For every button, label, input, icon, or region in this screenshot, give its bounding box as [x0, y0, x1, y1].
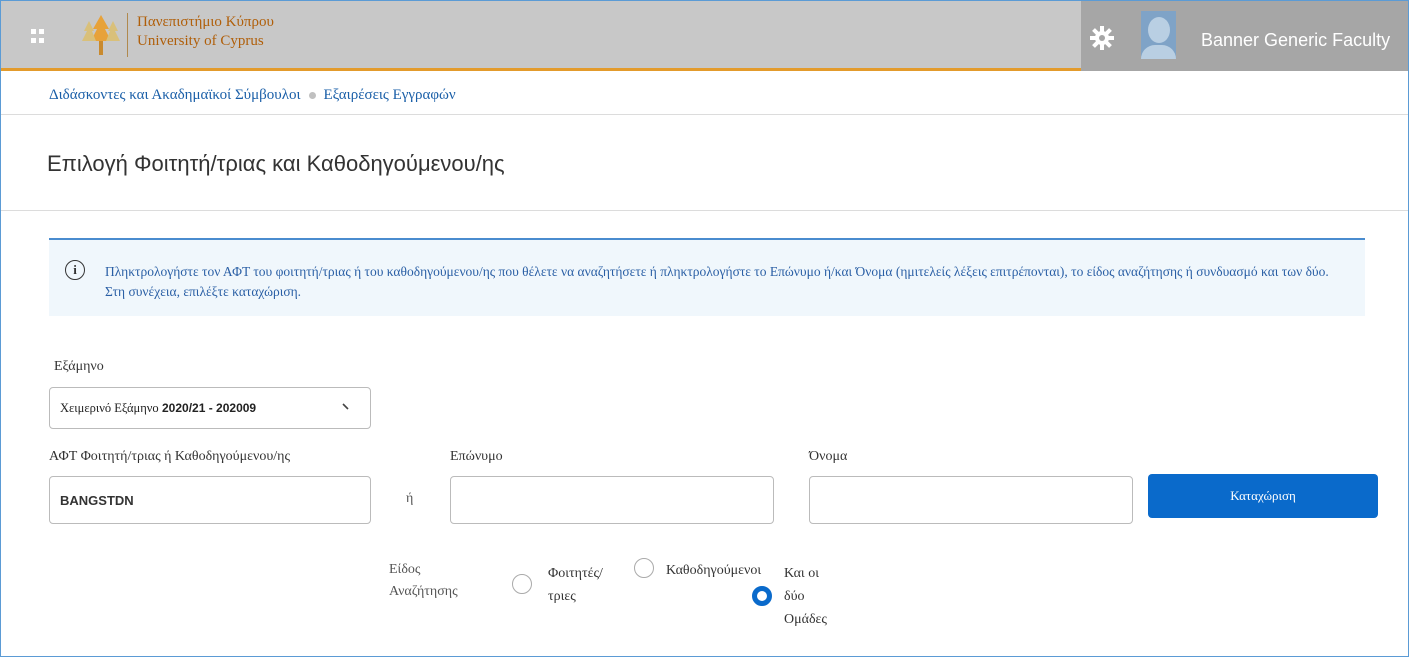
radio-advisees[interactable] — [634, 558, 654, 578]
first-name-label: Όνομα — [809, 449, 848, 464]
term-label: Εξάμηνο — [54, 359, 104, 374]
term-select-value: Χειμερινό Εξάμηνο 2020/21 - 202009 — [60, 401, 256, 416]
term-select-value-code: 2020/21 - 202009 — [162, 401, 257, 415]
submit-button[interactable]: Καταχώριση — [1148, 474, 1378, 518]
app-grid-icon[interactable] — [31, 29, 45, 43]
header-bar: Πανεπιστήμιο Κύπρου University of Cyprus — [1, 1, 1408, 71]
surname-input[interactable] — [450, 476, 774, 524]
info-icon: i — [65, 260, 85, 280]
term-select[interactable]: Χειμερινό Εξάμηνο 2020/21 - 202009 — [49, 387, 371, 429]
info-message: i Πληκτρολογήστε τον ΑΦΤ του φοιτητή/τρι… — [49, 238, 1365, 316]
breadcrumb-divider — [1, 114, 1408, 115]
breadcrumb-item-registration-overrides[interactable]: Εξαιρέσεις Εγγραφών — [324, 87, 456, 103]
search-type-label-line2: Αναζήτησης — [389, 584, 458, 599]
title-divider — [1, 210, 1408, 211]
avatar-body — [1141, 45, 1176, 59]
radio-both-groups-label-line1: Και οι — [784, 566, 819, 581]
radio-both-groups-label-line2: δύο — [784, 589, 805, 604]
app-window: Πανεπιστήμιο Κύπρου University of Cyprus — [0, 0, 1409, 657]
university-name-english: University of Cyprus — [137, 33, 264, 49]
radio-students-label-line2: τριες — [548, 589, 576, 604]
avatar-head — [1148, 17, 1170, 43]
user-avatar[interactable] — [1141, 11, 1176, 59]
radio-students-label-line1: Φοιτητές/ — [548, 566, 603, 581]
student-id-label: ΑΦΤ Φοιτητή/τριας ή Καθοδηγούμενου/ης — [49, 449, 291, 464]
search-type-label: Είδος Αναζήτησης — [389, 559, 469, 603]
radio-students[interactable] — [512, 574, 532, 594]
university-name-greek: Πανεπιστήμιο Κύπρου — [137, 14, 274, 30]
radio-both-groups-label[interactable]: Και οι δύο Ομάδες — [784, 562, 827, 631]
page-title: Επιλογή Φοιτητή/τριας και Καθοδηγούμενου… — [47, 151, 505, 176]
radio-both-groups[interactable] — [752, 586, 772, 606]
university-logo — [82, 15, 120, 55]
logo-divider — [127, 13, 128, 57]
search-type-label-line1: Είδος — [389, 562, 421, 577]
first-name-input[interactable] — [809, 476, 1133, 524]
term-select-value-name: Χειμερινό Εξάμηνο — [60, 401, 159, 415]
radio-advisees-label[interactable]: Καθοδηγούμενοι — [666, 559, 761, 582]
chevron-down-icon — [342, 403, 349, 410]
student-id-input[interactable] — [49, 476, 371, 524]
gear-icon[interactable] — [1089, 25, 1115, 51]
or-separator: ή — [406, 491, 414, 506]
radio-both-groups-label-line3: Ομάδες — [784, 612, 827, 627]
university-name[interactable]: Πανεπιστήμιο Κύπρου University of Cyprus — [137, 13, 274, 51]
breadcrumb-item-faculty[interactable]: Διδάσκοντες και Ακαδημαϊκοί Σύμβουλοι — [49, 87, 301, 103]
breadcrumb: Διδάσκοντες και Ακαδημαϊκοί Σύμβουλοι Εξα… — [49, 87, 456, 104]
radio-students-label[interactable]: Φοιτητές/ τριες — [548, 562, 603, 608]
user-name[interactable]: Banner Generic Faculty — [1201, 30, 1390, 51]
surname-label: Επώνυμο — [450, 449, 503, 464]
breadcrumb-separator — [308, 92, 316, 100]
info-text: Πληκτρολογήστε τον ΑΦΤ του φοιτητή/τριας… — [105, 264, 1329, 299]
